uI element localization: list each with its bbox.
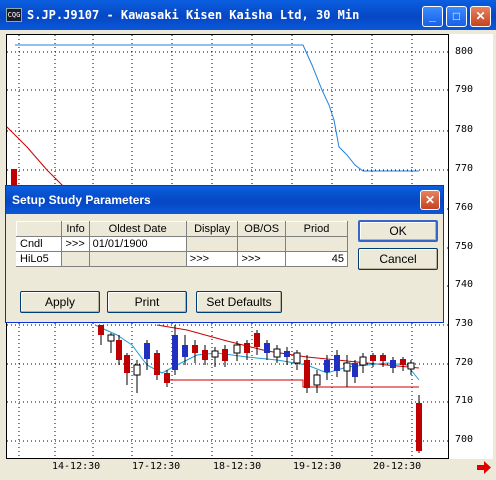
window-title: S.JP.J9107 - Kawasaki Kisen Kaisha Ltd, … — [27, 8, 360, 22]
info-cell[interactable] — [61, 251, 90, 267]
ok-button[interactable]: OK — [358, 220, 438, 242]
x-tick-label: 19-12:30 — [293, 461, 342, 472]
maximize-button[interactable]: □ — [446, 6, 467, 27]
oldest-date-cell[interactable]: 01/01/1900 — [88, 236, 187, 252]
y-tick-label: 790 — [455, 84, 474, 95]
column-header: Info — [61, 221, 90, 237]
obos-cell[interactable]: >>> — [237, 251, 286, 267]
study-parameters-grid: Info Oldest Date Display OB/OS Priod Cnd… — [15, 221, 349, 267]
x-tick-label: 18-12:30 — [213, 461, 262, 472]
setup-study-dialog: Setup Study Parameters ✕ Info Oldest Dat… — [5, 185, 444, 323]
y-tick-label: 800 — [455, 46, 474, 57]
minimize-button[interactable]: _ — [422, 6, 443, 27]
y-tick-label: 770 — [455, 163, 474, 174]
column-header — [15, 221, 63, 237]
price-axis: 800 790 780 770 760 750 740 730 720 710 … — [449, 34, 493, 459]
column-header: Oldest Date — [88, 221, 187, 237]
app-icon: CQG — [6, 8, 22, 22]
title-bar[interactable]: CQG S.JP.J9107 - Kawasaki Kisen Kaisha L… — [0, 0, 496, 30]
obos-cell[interactable] — [237, 236, 286, 252]
hilo-line — [15, 44, 419, 172]
column-header: Display — [185, 221, 239, 237]
y-tick-label: 780 — [455, 124, 474, 135]
column-header: Priod — [284, 221, 349, 237]
dialog-title-bar[interactable]: Setup Study Parameters ✕ — [6, 186, 443, 214]
main-window: CQG S.JP.J9107 - Kawasaki Kisen Kaisha L… — [0, 0, 496, 480]
time-axis: 14-12:30 17-12:30 18-12:30 19-12:30 20-1… — [6, 459, 449, 476]
print-button[interactable]: Print — [107, 291, 187, 313]
grid-row[interactable]: HiLo5 >>> >>> 45 — [15, 251, 349, 267]
oldest-date-cell[interactable] — [88, 251, 187, 267]
study-name-cell[interactable]: HiLo5 — [15, 251, 63, 267]
info-cell[interactable]: >>> — [61, 236, 90, 252]
y-tick-label: 710 — [455, 395, 474, 406]
grid-row[interactable]: Cndl >>> 01/01/1900 — [15, 236, 349, 252]
candle-early — [11, 169, 17, 185]
y-tick-label: 700 — [455, 434, 474, 445]
column-header: OB/OS — [237, 221, 286, 237]
y-tick-label: 740 — [455, 279, 474, 290]
priod-cell[interactable] — [284, 236, 349, 252]
display-cell[interactable] — [185, 236, 239, 252]
close-button[interactable]: ✕ — [470, 6, 491, 27]
y-tick-label: 760 — [455, 202, 474, 213]
display-cell[interactable]: >>> — [185, 251, 239, 267]
y-tick-label: 750 — [455, 241, 474, 252]
study-name-cell[interactable]: Cndl — [15, 236, 63, 252]
candles — [98, 325, 422, 453]
x-tick-label: 14-12:30 — [52, 461, 101, 472]
y-tick-label: 720 — [455, 357, 474, 368]
x-tick-label: 17-12:30 — [132, 461, 181, 472]
dialog-close-button[interactable]: ✕ — [420, 190, 440, 210]
priod-cell[interactable]: 45 — [284, 251, 349, 267]
grid-header-row: Info Oldest Date Display OB/OS Priod — [15, 221, 349, 237]
x-tick-label: 20-12:30 — [373, 461, 422, 472]
y-tick-label: 730 — [455, 318, 474, 329]
dialog-title: Setup Study Parameters — [12, 193, 151, 207]
apply-button[interactable]: Apply — [20, 291, 100, 313]
scroll-right-arrow-icon[interactable] — [475, 459, 493, 476]
set-defaults-button[interactable]: Set Defaults — [196, 291, 282, 313]
cancel-button[interactable]: Cancel — [358, 248, 438, 270]
